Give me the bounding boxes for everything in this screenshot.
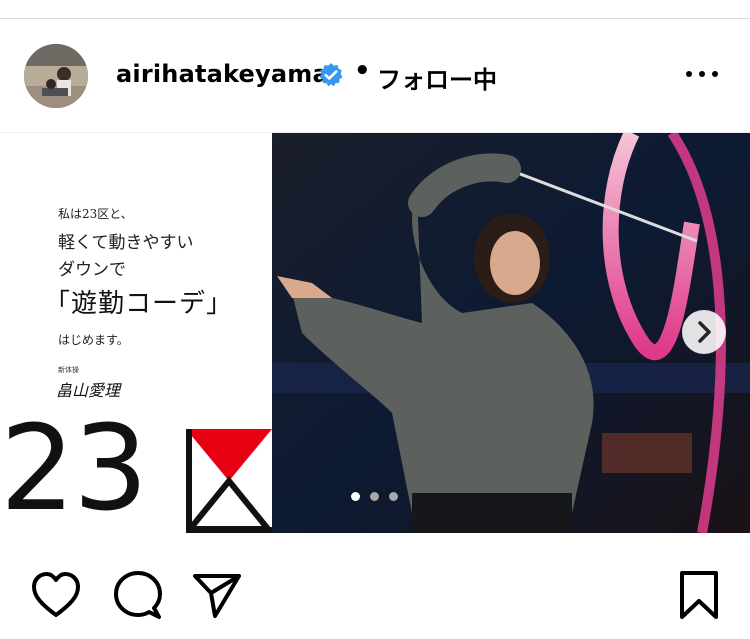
- carousel-dot: [370, 492, 379, 501]
- carousel-indicator: [349, 490, 409, 502]
- comment-icon[interactable]: [111, 569, 165, 623]
- chevron-right-icon: [698, 321, 711, 343]
- ad-line1: 私は23区と、: [58, 207, 133, 221]
- ad-headline: 「遊勤コーデ」: [44, 289, 234, 319]
- avatar-photo: [24, 44, 88, 108]
- ad-line5: はじめます。: [58, 333, 129, 347]
- verified-badge-icon: [319, 63, 343, 87]
- bookmark-icon[interactable]: [672, 569, 726, 623]
- following-button[interactable]: フォロー中: [377, 60, 497, 95]
- brand-logo-icon: [186, 429, 272, 533]
- heart-icon[interactable]: [29, 569, 83, 623]
- more-options-icon[interactable]: [684, 64, 720, 84]
- carousel-dot-active: [351, 492, 360, 501]
- separator-dot: •: [354, 56, 371, 86]
- more-dot: [686, 71, 692, 77]
- carousel-dot: [389, 492, 398, 501]
- ad-line2: 軽くて動きやすい: [58, 233, 194, 253]
- ad-title-small: 新体操: [58, 366, 79, 374]
- post-header: airihatakeyama • フォロー中: [0, 20, 750, 133]
- ad-signature: 畠山愛理: [56, 381, 121, 400]
- share-icon[interactable]: [190, 569, 244, 623]
- ad-line3: ダウンで: [58, 260, 126, 280]
- more-dot: [712, 71, 718, 77]
- athlete-photo: [272, 133, 750, 533]
- next-slide-button[interactable]: [682, 310, 726, 354]
- top-divider: [0, 18, 750, 19]
- ad-text-panel: 私は23区と、 軽くて動きやすい ダウンで 「遊勤コーデ」 はじめます。 新体操…: [0, 133, 272, 533]
- avatar[interactable]: [24, 44, 88, 108]
- action-bar: [0, 533, 750, 639]
- more-dot: [699, 71, 705, 77]
- username[interactable]: airihatakeyama: [116, 60, 329, 88]
- brand-number: 23: [0, 399, 148, 533]
- post-media[interactable]: 私は23区と、 軽くて動きやすい ダウンで 「遊勤コーデ」 はじめます。 新体操…: [0, 133, 750, 533]
